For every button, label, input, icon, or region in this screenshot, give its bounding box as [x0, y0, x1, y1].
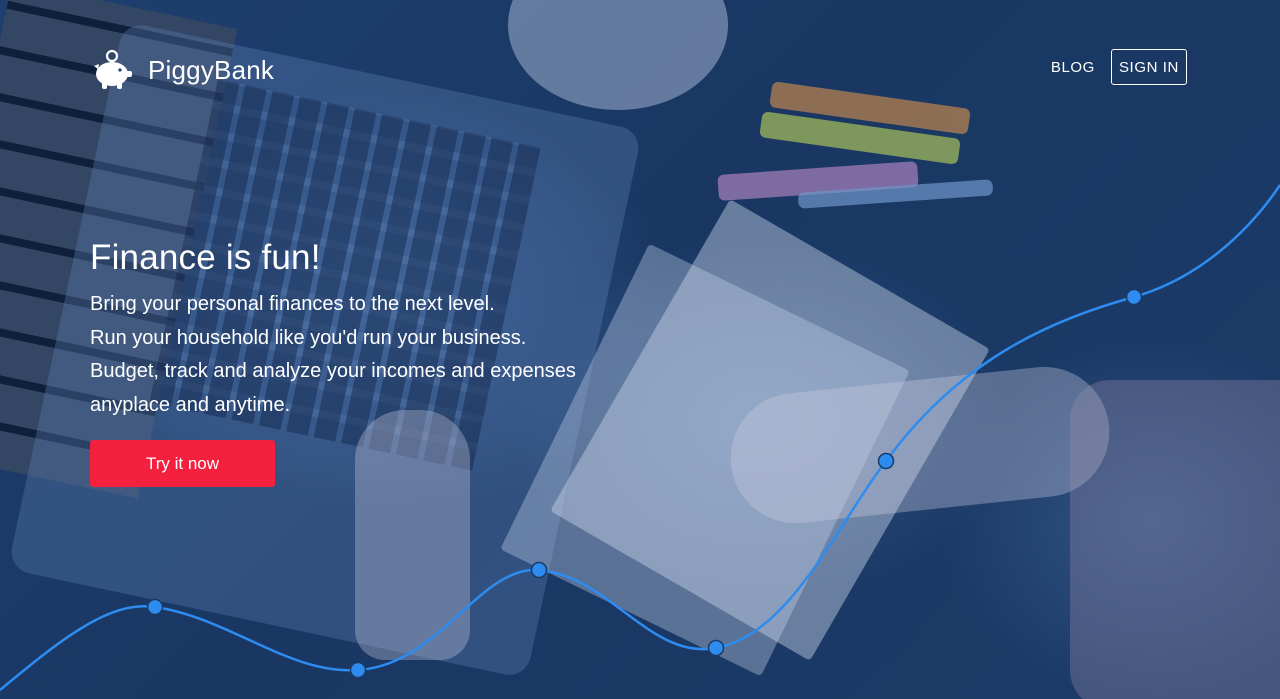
brand-name: PiggyBank	[148, 54, 275, 85]
curve-point	[707, 639, 725, 657]
hero-description-line: Run your household like you'd run your b…	[90, 326, 527, 349]
curve-point	[530, 561, 548, 579]
curve-point	[349, 661, 367, 679]
sign-in-button[interactable]: SIGN IN	[1110, 49, 1187, 85]
hero-description: Bring your personal finances to the next…	[90, 288, 576, 422]
try-it-now-button[interactable]: Try it now	[90, 440, 275, 487]
curve-point	[146, 598, 164, 616]
nav-blog-link[interactable]: BLOG	[1051, 59, 1095, 76]
brand-logo-link[interactable]: PiggyBank	[90, 48, 274, 92]
hero-description-line: anyplace and anytime.	[90, 393, 291, 416]
hero-headline: Finance is fun!	[90, 238, 321, 277]
curve-point	[877, 452, 895, 470]
hero-description-line: Budget, track and analyze your incomes a…	[90, 360, 576, 382]
curve-point	[1125, 288, 1143, 306]
top-nav: BLOG SIGN IN	[1051, 49, 1187, 85]
hero-description-line: Bring your personal finances to the next…	[90, 293, 495, 315]
piggy-bank-icon	[94, 49, 132, 89]
